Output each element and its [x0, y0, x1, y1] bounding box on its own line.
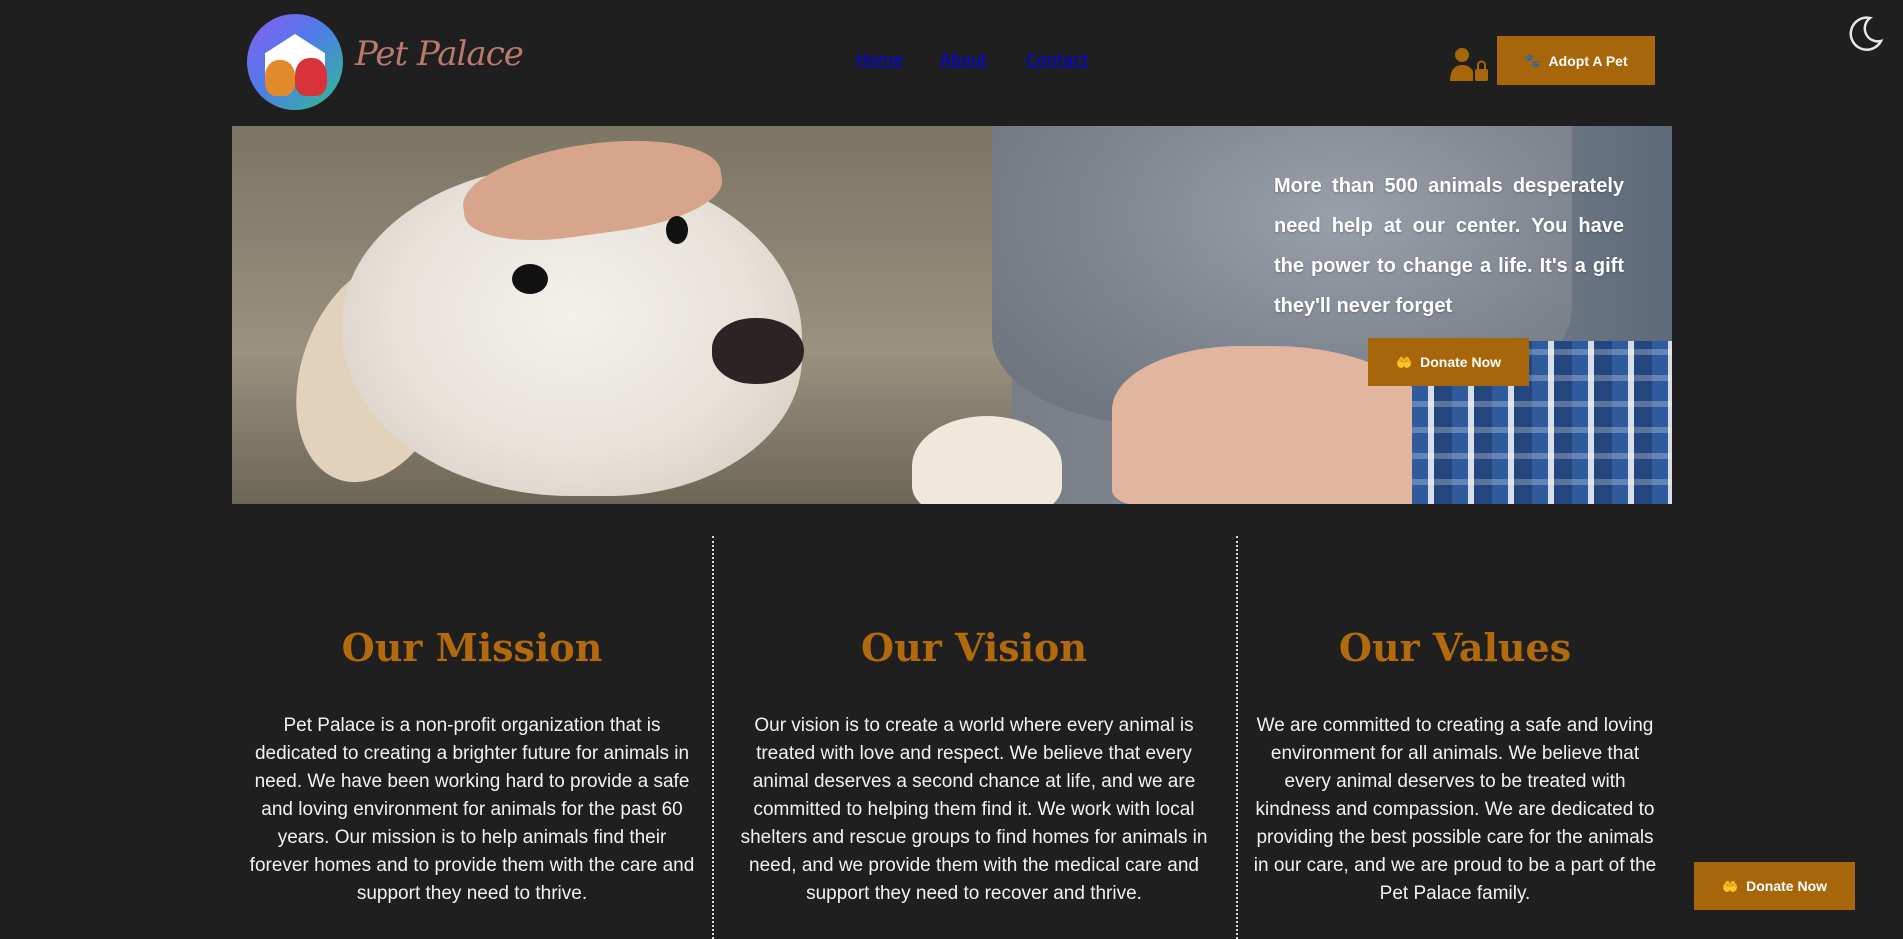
- hero-banner: More than 500 animals desperately need h…: [232, 126, 1672, 504]
- mission-column: Our Mission Pet Palace is a non-profit o…: [246, 620, 698, 908]
- user-lock-icon[interactable]: [1448, 47, 1490, 83]
- hand-holding-heart-icon: 🤲: [1395, 354, 1413, 370]
- values-column: Our Values We are committed to creating …: [1252, 620, 1658, 908]
- adopt-button-label: Adopt A Pet: [1548, 52, 1628, 69]
- floating-donate-label: Donate Now: [1746, 878, 1828, 894]
- logo[interactable]: [247, 14, 343, 110]
- paw-icon: 🐾: [1524, 53, 1541, 68]
- nav-contact[interactable]: Contact: [1026, 50, 1088, 69]
- floating-donate-button[interactable]: 🤲 Donate Now: [1694, 862, 1855, 910]
- mission-title: Our Mission: [341, 625, 603, 670]
- hero-dog-nose: [712, 318, 804, 384]
- column-divider: [1236, 536, 1238, 939]
- hero-dog-paw: [912, 416, 1062, 504]
- values-title: Our Values: [1338, 625, 1572, 670]
- site-header: Pet Palace Home About Contact 🐾 Adopt A …: [0, 0, 1903, 125]
- vision-title: Our Vision: [860, 625, 1088, 670]
- nav-home[interactable]: Home: [856, 50, 903, 69]
- mission-text: Pet Palace is a non-profit organization …: [249, 715, 695, 904]
- hero-message: More than 500 animals desperately need h…: [1274, 175, 1624, 317]
- logo-cat-shape: [265, 60, 295, 96]
- hero-donate-label: Donate Now: [1420, 354, 1502, 370]
- vision-column: Our Vision Our vision is to create a wor…: [726, 620, 1222, 908]
- adopt-a-pet-button[interactable]: 🐾 Adopt A Pet: [1497, 36, 1655, 85]
- nav-about[interactable]: About: [940, 50, 987, 69]
- moon-icon[interactable]: [1846, 15, 1884, 53]
- hero-dog-eye: [512, 264, 548, 294]
- values-text: We are committed to creating a safe and …: [1253, 715, 1657, 904]
- hand-holding-heart-icon: 🤲: [1721, 878, 1739, 894]
- vision-text: Our vision is to create a world where ev…: [740, 715, 1208, 904]
- hero-dog-eye: [666, 216, 688, 244]
- brand-name[interactable]: Pet Palace: [355, 34, 524, 84]
- hero-donate-button[interactable]: 🤲 Donate Now: [1368, 338, 1529, 386]
- logo-dog-shape: [295, 58, 327, 96]
- column-divider: [712, 536, 714, 939]
